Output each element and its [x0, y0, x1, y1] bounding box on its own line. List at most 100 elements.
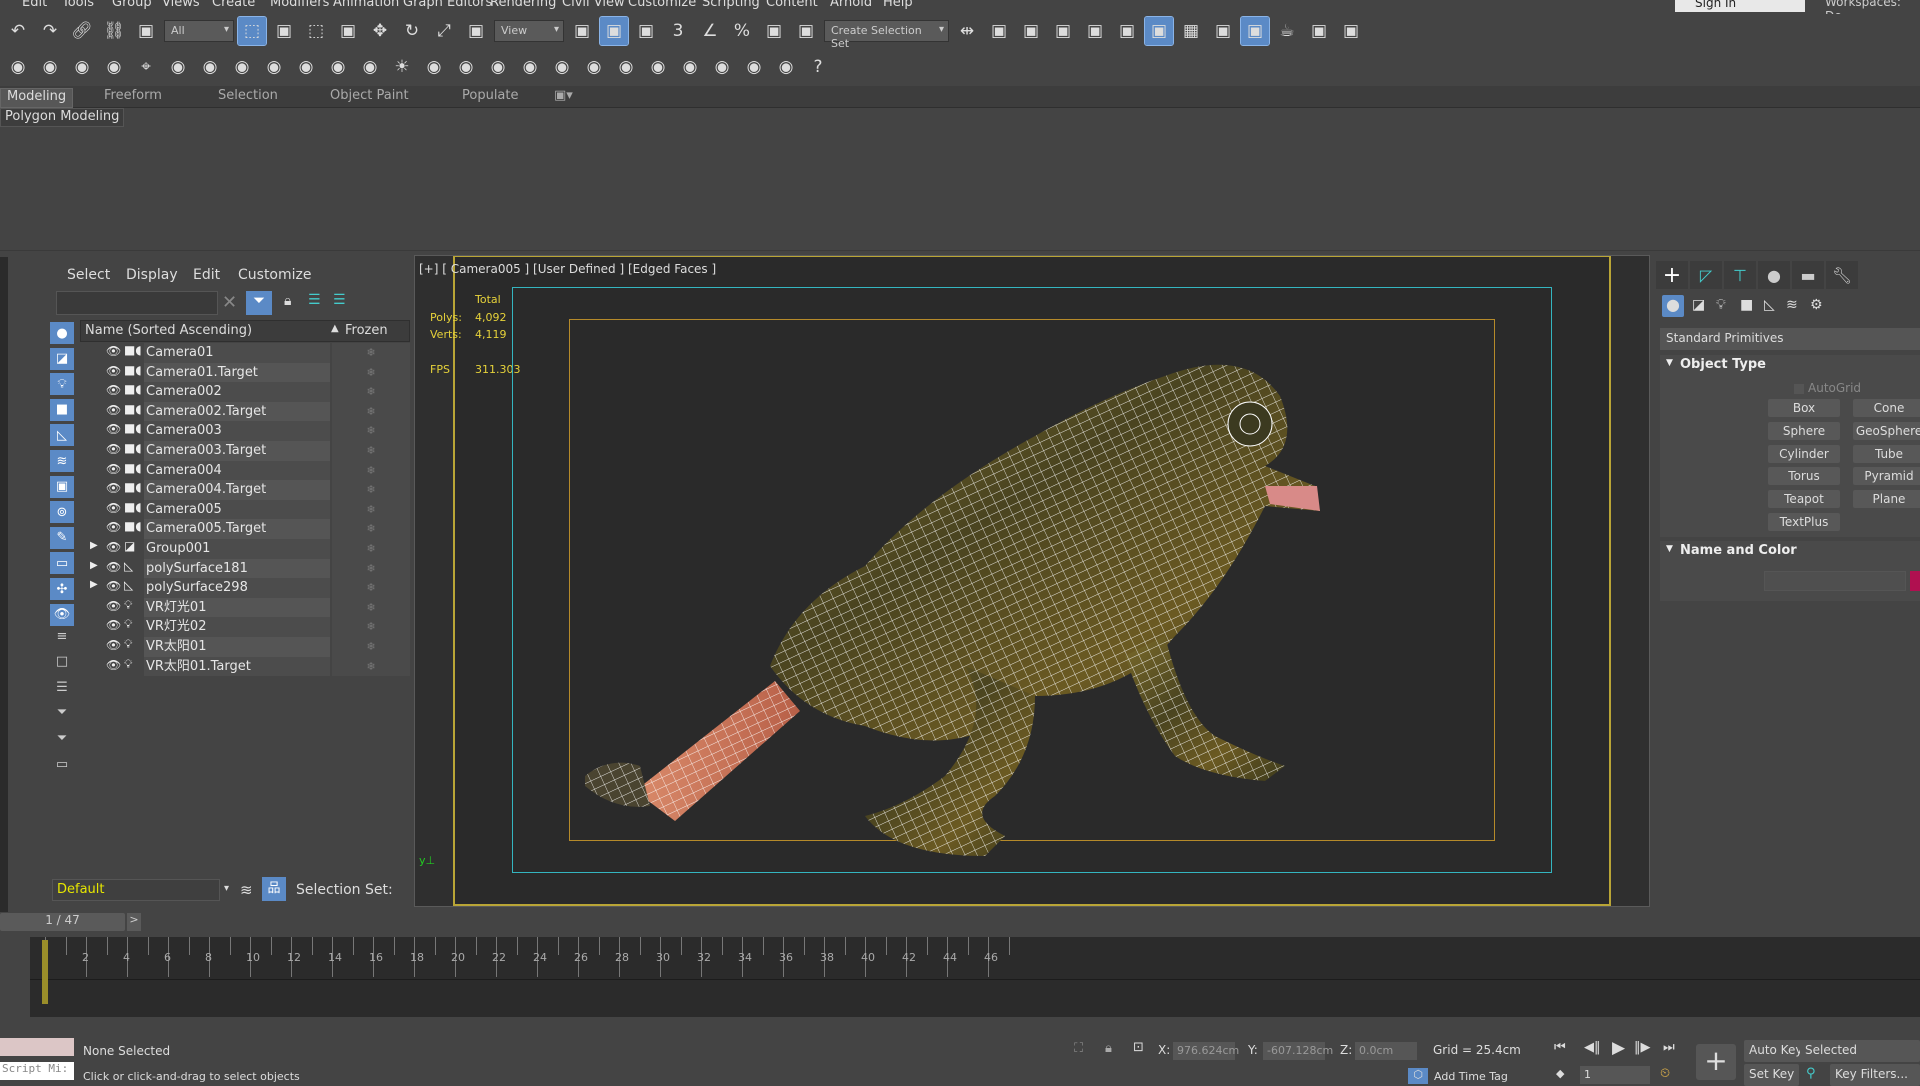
visibility-eye-icon[interactable]: 👁︎: [106, 638, 121, 652]
visibility-eye-icon[interactable]: 👁︎: [106, 579, 121, 593]
rect-selection-icon[interactable]: ⬚: [302, 17, 330, 45]
display-bones-icon[interactable]: ✎: [50, 526, 74, 549]
current-frame-field[interactable]: 1: [1580, 1066, 1650, 1084]
snap-3d-icon[interactable]: 3: [664, 17, 692, 45]
timeline-track-bar[interactable]: 2 4 6 8 10 12 14 16 18 20 22 24 26 28 30 32 34 36 38 40 42 44…: [30, 937, 1920, 1017]
window-crossing-icon[interactable]: ▣: [334, 17, 362, 45]
filter-selection-icon[interactable]: ⏷: [50, 727, 74, 749]
create-geosphere-button[interactable]: GeoSphere: [1853, 421, 1920, 440]
create-box-button[interactable]: Box: [1768, 399, 1840, 417]
expand-arrow-icon[interactable]: ▶: [90, 540, 98, 551]
table-row[interactable]: 👁︎ 💡︎ VR太阳01.Target ❄: [80, 656, 410, 677]
table-row[interactable]: 👁︎ ■◖ Camera01.Target ❄: [80, 362, 410, 383]
explorer-menu-customize[interactable]: Customize: [238, 267, 312, 283]
texture-icon[interactable]: ◉: [708, 53, 736, 81]
object-name[interactable]: VR灯光02: [144, 617, 330, 637]
render-cloud-icon[interactable]: ▣: [1305, 17, 1333, 45]
spinner-snap-icon[interactable]: ▣: [760, 17, 788, 45]
table-row[interactable]: 👁︎ 💡︎ VR灯光02 ❄: [80, 617, 410, 637]
camera-icon[interactable]: ⌖: [132, 53, 160, 81]
menu-animation[interactable]: Animation: [333, 0, 399, 10]
table-row[interactable]: 👁︎ ■◖ Camera004.Target ❄: [80, 480, 410, 500]
menu-civil-view[interactable]: Civil View: [562, 0, 625, 10]
visibility-eye-icon[interactable]: 👁︎: [106, 403, 121, 417]
ribbon-tab-modeling[interactable]: Modeling: [0, 88, 74, 108]
ribbon-panel-polygon-modeling[interactable]: Polygon Modeling: [0, 108, 125, 127]
object-name-input[interactable]: [1764, 571, 1906, 591]
frozen-snowflake-icon[interactable]: ❄: [332, 480, 410, 500]
frozen-snowflake-icon[interactable]: ❄: [332, 539, 410, 559]
explorer-search-input[interactable]: [56, 291, 218, 315]
lock-icon[interactable]: 🔒︎: [284, 293, 291, 309]
name-column-header[interactable]: Name (Sorted Ascending): [85, 323, 252, 338]
plane-light-icon[interactable]: ◉: [228, 53, 256, 81]
schematic-view-icon[interactable]: ▣: [1144, 16, 1174, 46]
link-icon[interactable]: 🔗︎: [68, 17, 96, 45]
table-row[interactable]: ▶ 👁︎ ◺ polySurface298 ❄: [80, 578, 410, 598]
previous-frame-icon[interactable]: ◀‖: [1584, 1040, 1601, 1055]
frozen-snowflake-icon[interactable]: ❄: [332, 558, 410, 579]
undo-icon[interactable]: ↶: [4, 17, 32, 45]
time-tag-icon[interactable]: ⬡: [1408, 1068, 1428, 1084]
rotate-icon[interactable]: ↻: [398, 17, 426, 45]
ribbon-options-dropdown-icon[interactable]: ▣▾: [554, 88, 573, 103]
toggle-ribbon-icon[interactable]: ▣: [1081, 17, 1109, 45]
frog-model[interactable]: [565, 336, 1485, 876]
ribbon-tab-selection[interactable]: Selection: [218, 88, 278, 103]
display-tab-icon[interactable]: ▬: [1792, 261, 1824, 289]
frozen-column-header[interactable]: Frozen: [345, 323, 388, 338]
menu-group[interactable]: Group: [112, 0, 152, 10]
object-name[interactable]: Camera002.Target: [144, 401, 330, 422]
sunlight-icon[interactable]: ◉: [164, 53, 192, 81]
frozen-snowflake-icon[interactable]: ❄: [332, 519, 410, 539]
batch-render-icon[interactable]: ◉: [68, 53, 96, 81]
render-setup2-icon[interactable]: ◉: [4, 53, 32, 81]
invert-display-icon[interactable]: ≡: [50, 625, 74, 647]
menu-modifiers[interactable]: Modifiers: [270, 0, 329, 10]
frame-buffer-icon[interactable]: ◉: [772, 53, 800, 81]
menu-tools[interactable]: Tools: [62, 0, 94, 10]
helpers-category-icon[interactable]: ◺: [1764, 297, 1775, 313]
display-none-icon[interactable]: □: [50, 651, 74, 673]
expand-arrow-icon[interactable]: ▶: [90, 579, 98, 590]
selection-lock-icon[interactable]: 🔒︎: [1105, 1041, 1112, 1056]
motion-tab-icon[interactable]: ●: [1758, 261, 1790, 289]
object-name[interactable]: VR太阳01.Target: [144, 656, 330, 677]
table-row[interactable]: 👁︎ ■◖ Camera002.Target ❄: [80, 401, 410, 422]
mirror-icon[interactable]: ⇹: [953, 17, 981, 45]
menu-help[interactable]: Help: [883, 0, 913, 10]
rendered-frame-icon[interactable]: ▣: [1240, 16, 1270, 46]
explorer-menu-select[interactable]: Select: [67, 267, 110, 283]
object-type-heading[interactable]: Object Type: [1680, 357, 1920, 372]
object-name[interactable]: polySurface181: [144, 558, 330, 579]
reference-coordinate-dropdown[interactable]: View: [494, 20, 564, 42]
menu-create[interactable]: Create: [212, 0, 255, 10]
object-name[interactable]: polySurface298: [144, 578, 330, 598]
ies-light-icon[interactable]: ◉: [324, 53, 352, 81]
frozen-snowflake-icon[interactable]: ❄: [332, 637, 410, 657]
create-pyramid-button[interactable]: Pyramid: [1853, 467, 1920, 486]
visibility-eye-icon[interactable]: 👁︎: [106, 599, 121, 613]
frozen-snowflake-icon[interactable]: ❄: [332, 578, 410, 598]
object-color-swatch[interactable]: [1910, 571, 1920, 591]
display-containers-icon[interactable]: ▭: [50, 552, 74, 575]
filter-funnel-icon[interactable]: ⏷: [50, 702, 74, 724]
material-editor-icon[interactable]: ▦: [1177, 17, 1205, 45]
x-coordinate-field[interactable]: 976.624cm: [1173, 1042, 1239, 1060]
proxy-icon[interactable]: ◉: [452, 53, 480, 81]
expand-hierarchy-icon[interactable]: ☰: [308, 292, 321, 308]
display-particles-icon[interactable]: ✣: [50, 578, 74, 600]
frozen-snowflake-icon[interactable]: ❄: [332, 460, 410, 481]
z-coordinate-field[interactable]: 0.0cm: [1355, 1042, 1417, 1060]
named-selection-set-dropdown[interactable]: Create Selection Set: [824, 20, 949, 50]
object-name[interactable]: Camera005.Target: [144, 519, 330, 539]
next-frame-button[interactable]: >: [127, 913, 141, 931]
go-to-start-icon[interactable]: ⏮: [1554, 1040, 1566, 1055]
filter-icon[interactable]: ⏷: [246, 291, 272, 315]
y-coordinate-field[interactable]: -607.128cm: [1263, 1042, 1333, 1060]
select-object-icon[interactable]: ⬚: [237, 16, 267, 46]
table-row[interactable]: 👁︎ ■◖ Camera005 ❄: [80, 499, 410, 520]
time-slider[interactable]: 1 / 47: [0, 913, 125, 931]
geometry-category-icon[interactable]: ●: [1662, 295, 1684, 317]
object-name[interactable]: Camera01.Target: [144, 362, 330, 383]
